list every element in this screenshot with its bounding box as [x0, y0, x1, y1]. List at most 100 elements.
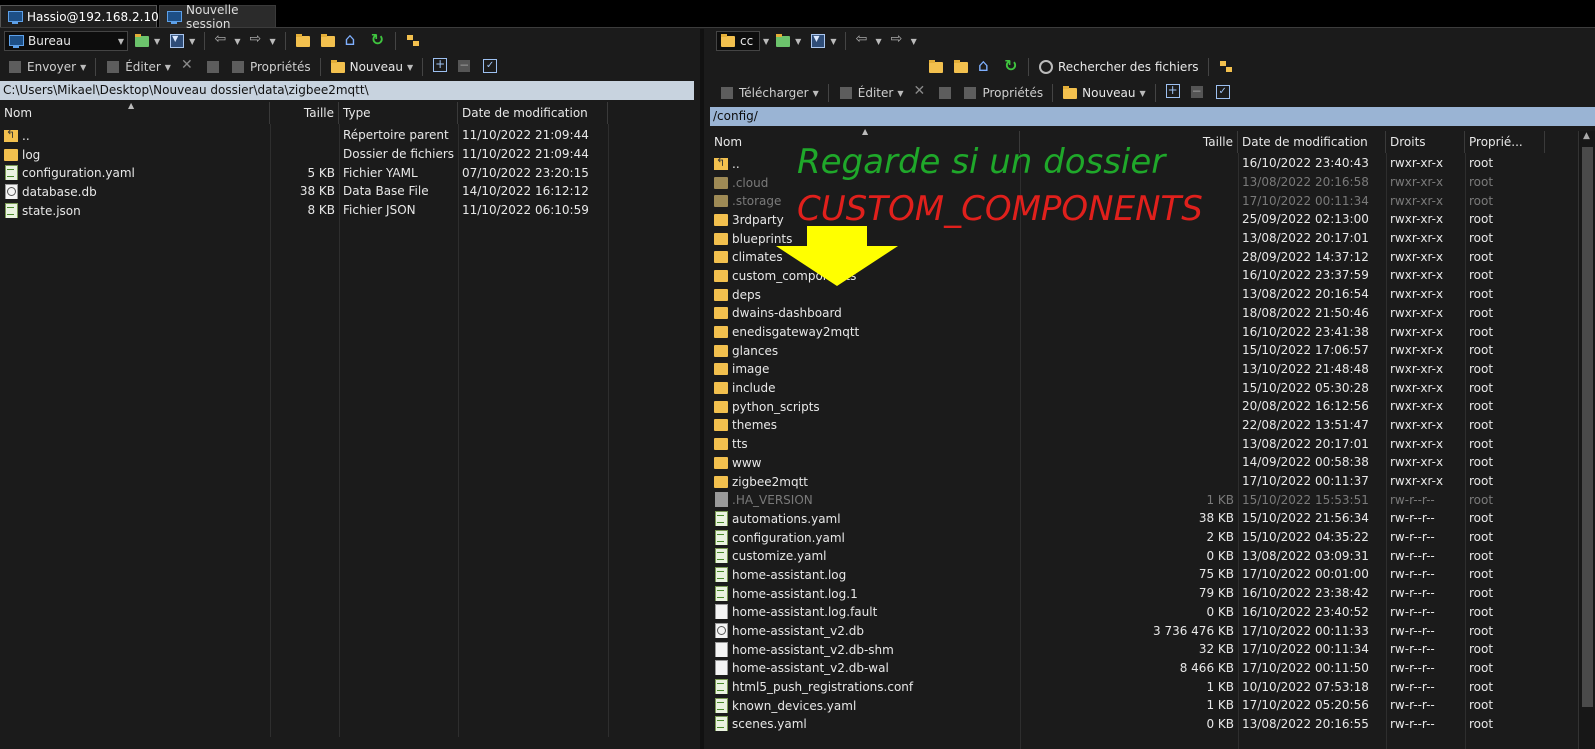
right-filter-button[interactable]: ▼ — [807, 31, 839, 51]
right-back-button[interactable]: ▼ — [852, 31, 884, 51]
table-row[interactable]: known_devices.yaml 1 KB 17/10/2022 05:20:5… — [710, 696, 1578, 715]
tab-session-hassio[interactable]: Hassio@192.168.2.10 — [0, 5, 159, 27]
edit-button[interactable]: Éditer ▼ — [102, 57, 174, 77]
table-row[interactable]: python_scripts 20/08/2022 16:12:56 rwxr-xr… — [710, 397, 1578, 416]
left-column-header: Nom Taille Type Date de modification — [0, 102, 694, 124]
table-row[interactable]: scenes.yaml 0 KB 13/08/2022 20:16:55 rw-r--… — [710, 715, 1578, 734]
select-all-button[interactable] — [429, 57, 451, 77]
right-col-rights[interactable]: Droits — [1386, 131, 1465, 153]
table-row[interactable]: enedisgateway2mqtt 16/10/2022 23:41:38 rwx… — [710, 322, 1578, 341]
right-refresh-button[interactable] — [1000, 56, 1022, 77]
root-folder-button[interactable] — [317, 31, 339, 51]
table-row[interactable]: www 14/09/2022 00:58:38 rwxr-xr-x root — [710, 453, 1578, 472]
tab-new-session[interactable]: Nouvelle session — [159, 3, 276, 31]
left-col-name[interactable]: Nom — [0, 102, 270, 124]
table-row[interactable]: configuration.yaml 2 KB 15/10/2022 04:35:2… — [710, 528, 1578, 547]
scroll-up-icon[interactable]: ▲ — [1583, 131, 1590, 141]
tree-button[interactable] — [402, 31, 424, 51]
table-row[interactable]: home-assistant_v2.db 3 736 476 KB 17/10/20… — [710, 621, 1578, 640]
folder-icon — [4, 147, 18, 162]
delete-button[interactable] — [177, 57, 199, 77]
left-col-modified[interactable]: Date de modification — [458, 102, 608, 124]
parent-folder-icon — [928, 59, 944, 75]
rename-button[interactable] — [202, 57, 224, 77]
right-col-modified[interactable]: Date de modification — [1238, 131, 1386, 153]
home-button[interactable] — [342, 30, 364, 51]
right-deselect-button[interactable] — [1187, 83, 1209, 103]
left-location-combo[interactable]: Bureau ▼ — [4, 31, 128, 51]
right-home-button[interactable] — [975, 56, 997, 77]
table-row[interactable]: home-assistant.log.fault 0 KB 16/10/2022 2… — [710, 603, 1578, 622]
left-col-type[interactable]: Type — [339, 102, 458, 124]
scrollbar-thumb[interactable] — [1582, 147, 1593, 707]
table-row[interactable]: customize.yaml 0 KB 13/08/2022 03:09:31 rw-… — [710, 546, 1578, 565]
file-modified: 17/10/2022 05:20:56 — [1242, 698, 1369, 713]
minus-icon — [1190, 85, 1206, 101]
right-edit-button[interactable]: Éditer ▼ — [835, 83, 907, 103]
file-owner: root — [1469, 455, 1494, 470]
table-row[interactable]: home-assistant_v2.db-wal 8 466 KB 17/10/20… — [710, 659, 1578, 678]
find-files-button[interactable]: Rechercher des fichiers — [1035, 57, 1202, 77]
right-delete-button[interactable] — [909, 83, 931, 103]
table-row[interactable]: dwains-dashboard 18/08/2022 21:50:46 rwxr-… — [710, 304, 1578, 323]
table-row[interactable]: themes 22/08/2022 13:51:47 rwxr-xr-x root — [710, 416, 1578, 435]
right-new-button[interactable]: Nouveau ▼ — [1059, 83, 1149, 103]
file-type: Répertoire parent — [343, 128, 449, 143]
right-forward-button[interactable]: ▼ — [888, 31, 920, 51]
folder-icon — [714, 287, 728, 302]
table-row[interactable]: image 13/10/2022 21:48:48 rwxr-xr-x root — [710, 360, 1578, 379]
parent-folder-button[interactable] — [292, 31, 314, 51]
deselect-button[interactable] — [454, 57, 476, 77]
right-select-all-button[interactable] — [1162, 83, 1184, 103]
right-location-combo[interactable]: cc — [716, 31, 760, 51]
download-button[interactable]: Télécharger ▼ — [716, 83, 822, 103]
refresh-button[interactable] — [367, 30, 389, 51]
table-row[interactable]: include 15/10/2022 05:30:28 rwxr-xr-x root — [710, 378, 1578, 397]
table-row[interactable]: .HA_VERSION 1 KB 15/10/2022 15:53:51 rw-r--… — [710, 490, 1578, 509]
right-properties-button[interactable]: Propriétés — [959, 83, 1046, 103]
forward-button[interactable]: ▼ — [246, 31, 278, 51]
file-owner: root — [1469, 586, 1494, 601]
table-row[interactable]: state.json 8 KB Fichier JSON 11/10/2022 06:… — [0, 201, 694, 220]
properties-button[interactable]: Propriétés — [227, 57, 314, 77]
new-button[interactable]: Nouveau ▼ — [327, 57, 417, 77]
pane-splitter[interactable] — [700, 29, 704, 749]
right-rename-button[interactable] — [934, 83, 956, 103]
folder-icon — [714, 436, 728, 451]
table-row[interactable]: home-assistant.log 75 KB 17/10/2022 00:01:… — [710, 565, 1578, 584]
file-rights: rwxr-xr-x — [1390, 268, 1444, 283]
right-parent-folder-button[interactable] — [925, 57, 947, 77]
left-path-bar[interactable]: C:\Users\Mikael\Desktop\Nouveau dossier\… — [0, 81, 694, 100]
table-row[interactable]: automations.yaml 38 KB 15/10/2022 21:56:34… — [710, 509, 1578, 528]
table-row[interactable]: zigbee2mqtt 17/10/2022 00:11:37 rwxr-xr-x r… — [710, 472, 1578, 491]
file-size: 75 KB — [1198, 567, 1234, 582]
left-col-size[interactable]: Taille — [270, 102, 339, 124]
plus-icon — [1165, 84, 1181, 101]
chevron-down-icon[interactable]: ▼ — [763, 37, 769, 46]
open-folder-button[interactable]: ▼ — [131, 31, 163, 51]
send-button[interactable]: Envoyer ▼ — [4, 57, 89, 77]
file-rights: rwxr-xr-x — [1390, 455, 1444, 470]
invert-select-button[interactable] — [479, 57, 501, 77]
table-row[interactable]: configuration.yaml 5 KB Fichier YAML 07/10/… — [0, 163, 694, 182]
file-name: .HA_VERSION — [710, 492, 1020, 508]
right-invert-select-button[interactable] — [1212, 83, 1234, 103]
right-tree-button[interactable] — [1215, 57, 1237, 77]
right-scrollbar[interactable]: ▲ — [1578, 131, 1595, 749]
table-row[interactable]: .. Répertoire parent 11/10/2022 21:09:44 — [0, 126, 694, 145]
right-open-folder-button[interactable]: ▼ — [772, 31, 804, 51]
table-row[interactable]: home-assistant.log.1 79 KB 16/10/2022 23:3… — [710, 584, 1578, 603]
table-row[interactable]: html5_push_registrations.conf 1 KB 10/10/2… — [710, 677, 1578, 696]
right-col-owner[interactable]: Proprié... — [1465, 131, 1545, 153]
table-row[interactable]: log Dossier de fichiers 11/10/2022 21:09:4… — [0, 145, 694, 164]
table-row[interactable]: glances 15/10/2022 17:06:57 rwxr-xr-x root — [710, 341, 1578, 360]
right-path-bar[interactable]: /config/ — [710, 107, 1595, 126]
table-row[interactable]: tts 13/08/2022 20:17:01 rwxr-xr-x root — [710, 434, 1578, 453]
table-row[interactable]: database.db 38 KB Data Base File 14/10/2022… — [0, 182, 694, 201]
folder-icon — [714, 343, 728, 358]
table-row[interactable]: home-assistant_v2.db-shm 32 KB 17/10/2022 … — [710, 640, 1578, 659]
right-root-folder-button[interactable] — [950, 57, 972, 77]
open-folder-icon — [134, 33, 150, 49]
back-button[interactable]: ▼ — [211, 31, 243, 51]
filter-button[interactable]: ▼ — [166, 31, 198, 51]
